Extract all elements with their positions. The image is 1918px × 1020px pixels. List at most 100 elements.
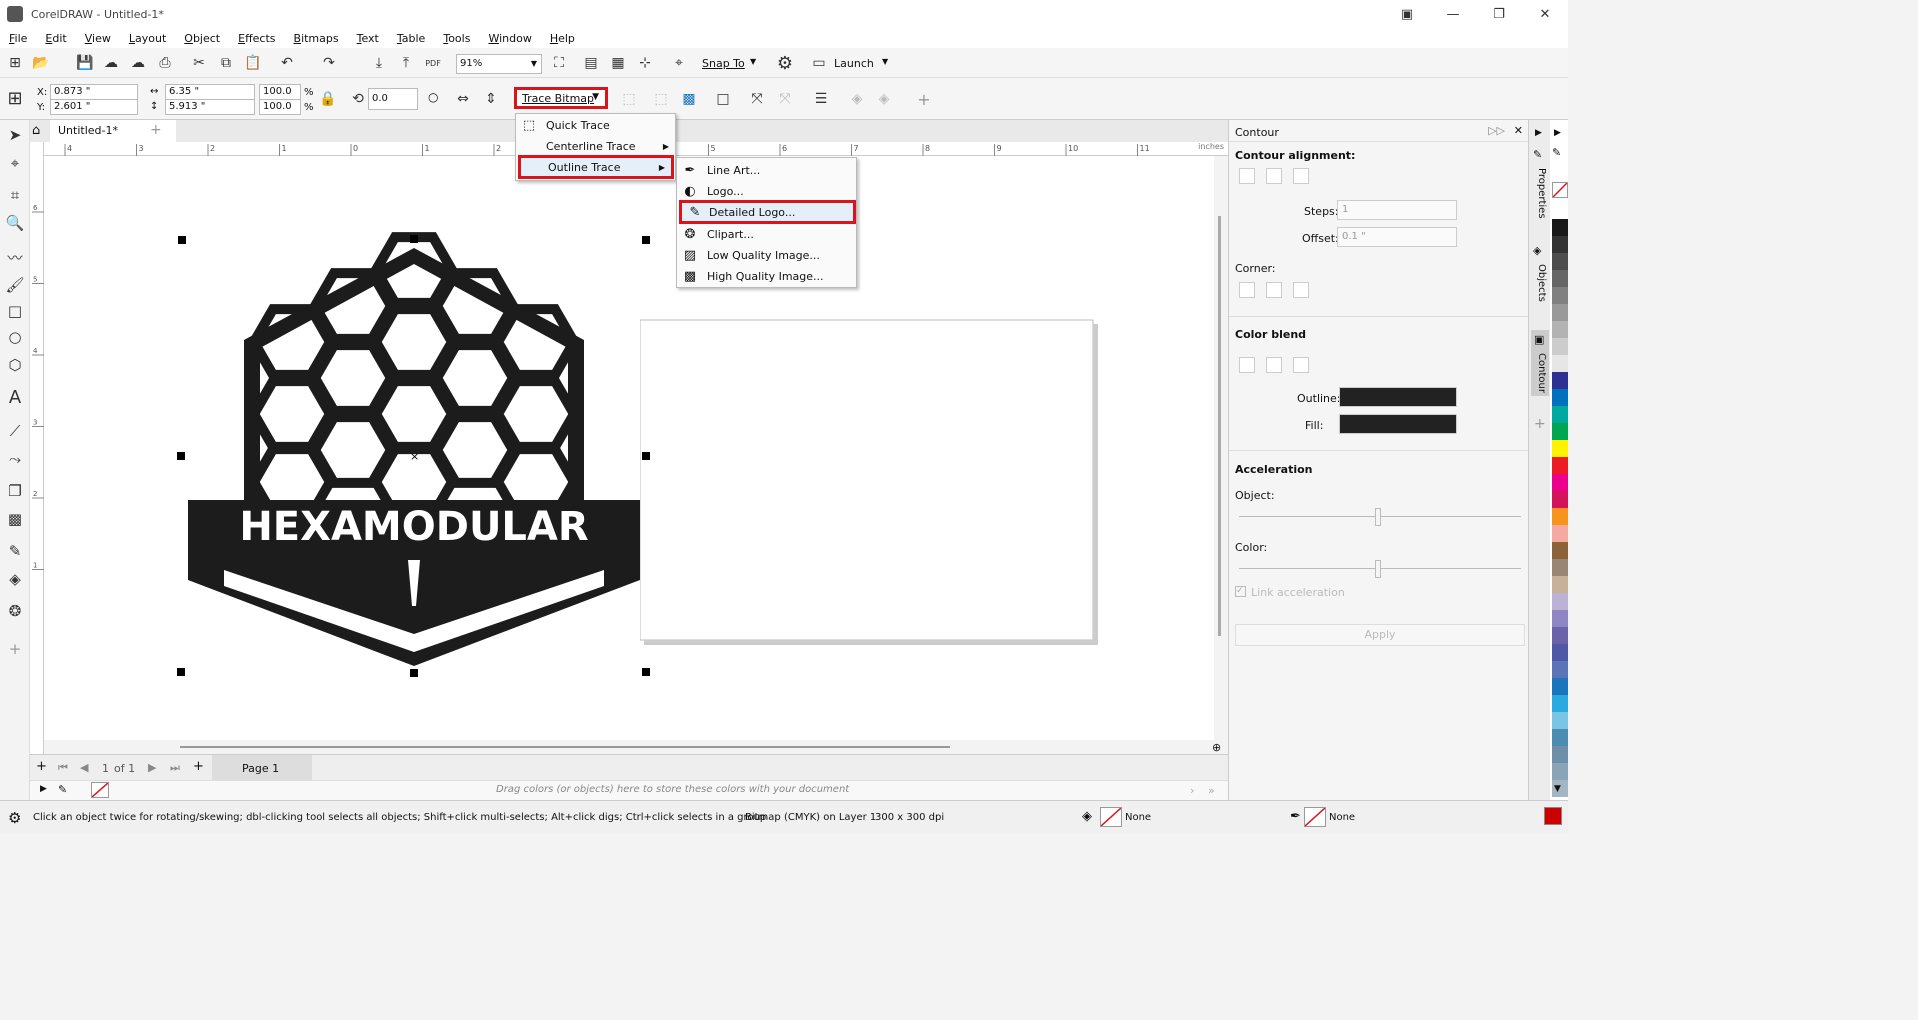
connector-tool-icon[interactable]: ⤳ (4, 448, 26, 470)
x-position-field[interactable]: 0.873 " (50, 84, 138, 100)
corner-round-icon[interactable] (1266, 282, 1282, 298)
cloud-upload-icon[interactable]: ☁ (100, 52, 122, 74)
undo-icon[interactable]: ↶ (276, 52, 298, 74)
vertical-scrollbar[interactable] (1214, 156, 1228, 740)
outline-none-swatch[interactable] (1304, 807, 1326, 827)
palette-swatch[interactable] (1552, 270, 1568, 287)
interactive-fill-icon[interactable]: ◈ (4, 568, 26, 590)
add-page-icon[interactable]: + (36, 759, 47, 774)
eyedropper-icon[interactable]: ✎ (58, 783, 67, 796)
steps-field[interactable]: 1 (1337, 200, 1457, 220)
snap-to-dropdown[interactable]: Snap To (702, 57, 745, 70)
smart-fill-icon[interactable]: ❂ (4, 600, 26, 622)
text-tool-icon[interactable]: A (4, 386, 26, 408)
wrap-text-icon[interactable]: ☰ (810, 88, 832, 110)
menu-view[interactable]: View (76, 32, 120, 45)
palette-swatch[interactable] (1552, 355, 1568, 372)
zoom-fit-icon[interactable]: ⊕ (1212, 741, 1221, 754)
home-icon[interactable]: ⌂ (32, 123, 40, 138)
rectangle-tool-icon[interactable]: □ (4, 300, 26, 322)
tab-objects[interactable]: Objects (1533, 264, 1547, 314)
prev-page-icon[interactable]: ◀ (80, 761, 88, 774)
palette-swatch[interactable] (1552, 729, 1568, 746)
palette-swatch[interactable] (1552, 423, 1568, 440)
palette-swatch[interactable] (1552, 219, 1568, 236)
palette-swatch[interactable] (1552, 389, 1568, 406)
color-slider-thumb[interactable] (1375, 560, 1381, 578)
outline-color-picker[interactable] (1339, 387, 1457, 407)
palette-swatch[interactable] (1552, 457, 1568, 474)
scale-width-field[interactable]: 100.0 (259, 84, 301, 100)
menu-item-centerline-trace[interactable]: Centerline Trace ▶ (516, 136, 675, 157)
palette-swatch[interactable] (1552, 508, 1568, 525)
zoom-level-field[interactable]: 91% ▼ (456, 54, 542, 74)
palette-swatch[interactable] (1552, 712, 1568, 729)
palette-swatch[interactable] (1552, 406, 1568, 423)
redo-icon[interactable]: ↷ (318, 52, 340, 74)
restore-button[interactable]: ❐ (1476, 0, 1522, 28)
object-slider-thumb[interactable] (1375, 508, 1381, 526)
rulers-icon[interactable]: ▤ (580, 52, 602, 74)
menu-layout[interactable]: Layout (120, 32, 175, 45)
expand-palette-icon[interactable]: » (1208, 784, 1215, 797)
palette-swatch[interactable] (1552, 627, 1568, 644)
palette-swatch[interactable] (1552, 661, 1568, 678)
minimize-button[interactable]: — (1430, 0, 1476, 28)
parallel-dimension-icon[interactable]: ⟋ (4, 420, 26, 442)
menu-item-quick-trace[interactable]: ⬚ Quick Trace (516, 115, 675, 136)
palette-scroll-down-icon[interactable]: ▼ (1554, 784, 1561, 794)
new-tab-icon[interactable]: + (150, 122, 162, 138)
add-docker-icon[interactable]: + (1534, 416, 1546, 432)
snap-off-icon[interactable]: ⌖ (668, 52, 690, 74)
ellipse-tool-icon[interactable]: ○ (4, 326, 26, 348)
tab-properties[interactable]: Properties (1533, 168, 1547, 228)
open-icon[interactable]: 📂 (30, 52, 52, 74)
cloud-download-icon[interactable]: ☁ (127, 52, 149, 74)
palette-swatch[interactable] (1552, 593, 1568, 610)
palette-swatch[interactable] (1552, 304, 1568, 321)
paste-icon[interactable]: 📋 (242, 52, 264, 74)
palette-swatch[interactable] (1552, 542, 1568, 559)
palette-expand-icon[interactable]: ▶ (40, 784, 47, 794)
menu-item-line-art[interactable]: ✒ Line Art... (677, 160, 856, 181)
linear-blend-icon[interactable] (1239, 357, 1255, 373)
launch-dropdown[interactable]: Launch (834, 57, 874, 70)
palette-swatch[interactable] (1552, 474, 1568, 491)
crop-bitmap-icon[interactable]: ⬚ (650, 88, 672, 110)
drop-shadow-icon[interactable]: ❐ (4, 480, 26, 502)
palette-swatch[interactable] (1552, 763, 1568, 780)
menu-item-low-quality-image[interactable]: ▨ Low Quality Image... (677, 245, 856, 266)
palette-menu-icon[interactable]: ▶ (1554, 128, 1561, 138)
palette-swatch[interactable] (1552, 202, 1568, 219)
palette-swatch[interactable] (1552, 644, 1568, 661)
drawing-canvas[interactable]: HEXAMODULAR × (44, 156, 1214, 740)
chevron-down-icon[interactable]: ▼ (750, 57, 756, 66)
scale-height-field[interactable]: 100.0 (259, 99, 301, 115)
palette-swatch[interactable] (1552, 372, 1568, 389)
transform-disabled-icon[interactable]: ⤧ (774, 88, 796, 110)
mirror-vertical-icon[interactable]: ⇕ (480, 88, 502, 110)
rotation-field[interactable]: 0.0 (368, 88, 418, 110)
close-docker-icon[interactable]: ✕ (1514, 124, 1523, 137)
menu-effects[interactable]: Effects (229, 32, 284, 45)
color-proof-icon[interactable] (1544, 807, 1562, 825)
to-front-icon[interactable]: ◈ (846, 88, 868, 110)
scroll-right-icon[interactable]: › (1190, 784, 1194, 797)
add-tool-icon[interactable]: + (4, 638, 26, 660)
zoom-tool-icon[interactable]: 🔍 (4, 212, 26, 234)
width-field[interactable]: 6.35 " (165, 84, 255, 100)
palette-swatch[interactable] (1552, 491, 1568, 508)
y-position-field[interactable]: 2.601 " (50, 99, 138, 115)
to-center-icon[interactable] (1239, 168, 1255, 184)
to-back-icon[interactable]: ◈ (873, 88, 895, 110)
account-icon[interactable]: ▣ (1384, 0, 1430, 28)
palette-swatch[interactable] (1552, 695, 1568, 712)
freehand-tool-icon[interactable]: 〰 (4, 246, 26, 268)
palette-swatch[interactable] (1552, 610, 1568, 627)
next-page-icon[interactable]: ▶ (148, 761, 156, 774)
crop-tool-icon[interactable]: ⌗ (4, 184, 26, 206)
inside-icon[interactable] (1266, 168, 1282, 184)
menu-item-outline-trace[interactable]: Outline Trace ▶ (518, 155, 674, 179)
palette-swatch[interactable] (1552, 525, 1568, 542)
save-icon[interactable]: 💾 (74, 52, 96, 74)
